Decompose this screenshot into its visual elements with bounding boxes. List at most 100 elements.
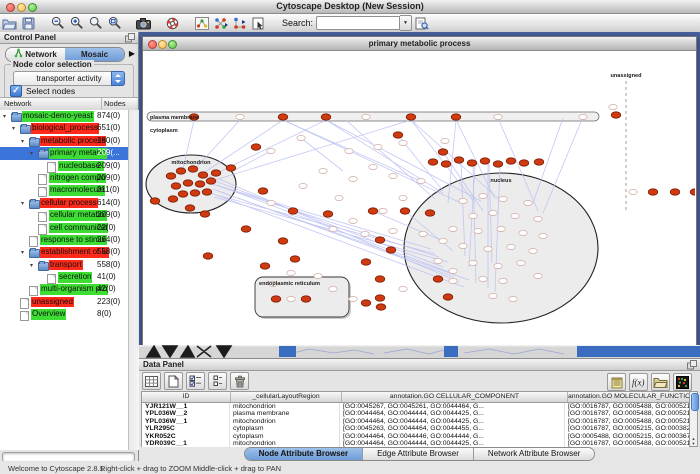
- graph-node-small[interactable]: [469, 260, 477, 265]
- graph-node-red[interactable]: [406, 114, 416, 120]
- column-header-2[interactable]: annotation.GO CELLULAR_COMPONENT: [342, 392, 568, 402]
- function-button[interactable]: f(x): [629, 373, 648, 391]
- graph-node-red[interactable]: [288, 208, 298, 214]
- expand-arrow-icon[interactable]: ▾: [21, 138, 24, 145]
- graph-node-small[interactable]: [629, 189, 637, 194]
- graph-node-small[interactable]: [484, 246, 492, 251]
- graph-node-small[interactable]: [499, 196, 507, 201]
- table-row[interactable]: YJR121W__1mitochondrion[GO:0045267, GO:0…: [142, 403, 690, 410]
- tree-item-biological-process[interactable]: ▾biological_process651(0): [0, 122, 128, 134]
- graph-node-small[interactable]: [287, 270, 295, 275]
- graph-node-red[interactable]: [690, 189, 695, 195]
- graph-node-red[interactable]: [290, 256, 300, 262]
- tree-item-macromolecule[interactable]: macromolecule311(0): [0, 184, 128, 196]
- graph-node-small[interactable]: [299, 183, 307, 188]
- graph-node-small[interactable]: [449, 268, 457, 273]
- graph-node-small[interactable]: [609, 104, 617, 109]
- graph-node-small[interactable]: [379, 208, 387, 213]
- graph-node-small[interactable]: [329, 226, 337, 231]
- graph-node-red[interactable]: [441, 161, 451, 167]
- graph-node-small[interactable]: [349, 176, 357, 181]
- layout-b-button[interactable]: [231, 15, 248, 31]
- search-go-button[interactable]: [413, 15, 430, 31]
- tree-item-response-to-stimul[interactable]: response to stimul264(0): [0, 234, 128, 246]
- graph-node-small[interactable]: [319, 168, 327, 173]
- graph-node-small[interactable]: [579, 114, 587, 119]
- tab-network-attribute-browser[interactable]: Network Attribute Browser: [474, 448, 594, 460]
- tree-item-primary-metabo[interactable]: ▾primary metabo209(...: [0, 147, 128, 159]
- graph-node-small[interactable]: [399, 195, 407, 200]
- graph-node-small[interactable]: [389, 228, 397, 233]
- notepad-button[interactable]: [607, 373, 626, 391]
- graph-node-small[interactable]: [297, 135, 305, 140]
- graph-node-red[interactable]: [375, 295, 385, 301]
- graph-node-small[interactable]: [511, 213, 519, 218]
- tree-item-secretion[interactable]: secretion41(0): [0, 271, 128, 283]
- graph-node-small[interactable]: [349, 218, 357, 223]
- graph-node-small[interactable]: [489, 210, 497, 215]
- table-scrollbar[interactable]: ▲▼: [689, 391, 698, 447]
- select-nodes-checkbox[interactable]: ✓: [10, 85, 22, 97]
- graph-node-red[interactable]: [226, 165, 236, 171]
- graph-node-small[interactable]: [267, 200, 275, 205]
- tree-item-multi-organism-pro[interactable]: multi-organism pro42(0): [0, 283, 128, 295]
- graph-node-small[interactable]: [534, 273, 542, 278]
- graph-node-red[interactable]: [183, 180, 193, 186]
- graph-node-red[interactable]: [467, 160, 477, 166]
- network-canvas[interactable]: plasma membranecytoplasmmitochondrionnuc…: [143, 51, 695, 345]
- tree-item-establishment-of-lo[interactable]: ▾establishment of lo558(0): [0, 246, 128, 258]
- graph-node-small[interactable]: [236, 114, 244, 119]
- tree-item-mosaic-demo-yeast[interactable]: ▾mosaic-demo-yeast874(0): [0, 110, 128, 122]
- tree-item-cellular-process[interactable]: ▾cellular process614(0): [0, 197, 128, 209]
- network-window[interactable]: primary metabolic process plasma membran…: [142, 36, 697, 347]
- zoom-fit-button[interactable]: [87, 15, 104, 31]
- region-plasma-membrane[interactable]: [147, 112, 599, 121]
- graph-node-red[interactable]: [493, 161, 503, 167]
- graph-node-red[interactable]: [200, 211, 210, 217]
- new-doc-button[interactable]: [164, 372, 183, 390]
- graph-node-small[interactable]: [497, 226, 505, 231]
- graph-node-small[interactable]: [287, 296, 295, 301]
- graph-node-red[interactable]: [171, 183, 181, 189]
- table-row[interactable]: YPL036W__2plasma membrane[GO:0044464, GO…: [142, 410, 690, 417]
- trash-button[interactable]: [230, 372, 249, 390]
- graph-node-red[interactable]: [211, 170, 221, 176]
- graph-node-red[interactable]: [376, 304, 386, 310]
- search-dropdown-arrow-icon[interactable]: ▼: [400, 15, 412, 31]
- graph-node-red[interactable]: [198, 172, 208, 178]
- graph-node-small[interactable]: [362, 114, 370, 119]
- expand-arrow-icon[interactable]: ▾: [30, 150, 33, 157]
- graph-node-red[interactable]: [301, 296, 311, 302]
- scrollbar-thumb[interactable]: [691, 393, 699, 411]
- graph-node-red[interactable]: [195, 181, 205, 187]
- graph-node-red[interactable]: [375, 276, 385, 282]
- expand-arrow-icon[interactable]: ▾: [21, 249, 24, 256]
- graph-node-red[interactable]: [368, 208, 378, 214]
- graph-node-small[interactable]: [417, 178, 425, 183]
- graph-node-small[interactable]: [479, 276, 487, 281]
- select-attr-button[interactable]: [186, 372, 205, 390]
- graph-node-small[interactable]: [524, 200, 532, 205]
- graph-node-red[interactable]: [168, 196, 178, 202]
- graph-node-small[interactable]: [419, 231, 427, 236]
- graph-node-small[interactable]: [494, 263, 502, 268]
- graph-node-small[interactable]: [449, 278, 457, 283]
- tree-item-transport[interactable]: ▾transport558(0): [0, 259, 128, 271]
- tree-item-cell-communicat[interactable]: cell communicat22(0): [0, 222, 128, 234]
- graph-node-small[interactable]: [519, 230, 527, 235]
- graph-node-small[interactable]: [369, 164, 377, 169]
- folder-open-button[interactable]: [651, 373, 670, 391]
- graph-node-small[interactable]: [534, 216, 542, 221]
- graph-node-small[interactable]: [459, 243, 467, 248]
- graph-node-small[interactable]: [267, 148, 275, 153]
- graph-node-red[interactable]: [271, 296, 281, 302]
- column-header-3[interactable]: annotation.GO MOLECULAR_FUNCTION: [568, 392, 690, 402]
- graph-node-small[interactable]: [329, 286, 337, 291]
- graph-node-red[interactable]: [251, 144, 261, 150]
- graph-node-red[interactable]: [278, 114, 288, 120]
- scrollbar-arrows-icon[interactable]: ▲▼: [690, 436, 697, 446]
- graph-node-red[interactable]: [278, 238, 288, 244]
- graph-node-red[interactable]: [670, 189, 680, 195]
- graph-node-red[interactable]: [433, 276, 443, 282]
- graph-node-red[interactable]: [206, 178, 216, 184]
